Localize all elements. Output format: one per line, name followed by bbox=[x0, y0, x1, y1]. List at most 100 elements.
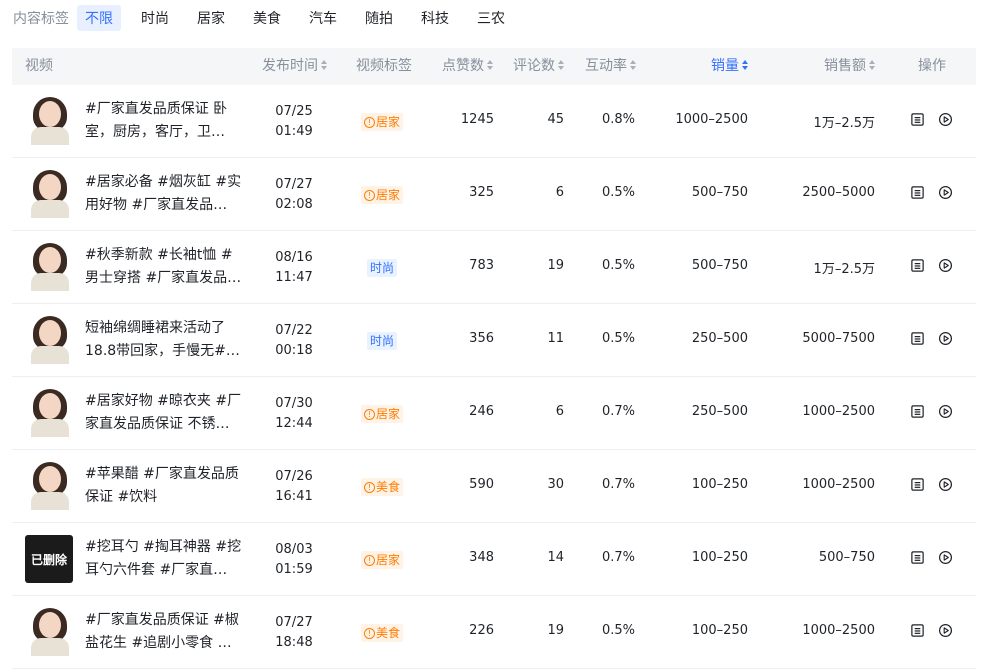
play-circle-icon[interactable] bbox=[938, 404, 953, 419]
video-thumbnail[interactable]: 已删除 bbox=[25, 535, 73, 583]
video-title[interactable]: #挖耳勺 #掏耳神器 #挖耳勺六件套 #厂家直… bbox=[85, 536, 245, 582]
sales-amount: 1000–2500 bbox=[802, 404, 875, 419]
thumb-body bbox=[31, 346, 69, 364]
col-comments[interactable]: 评论数 bbox=[513, 48, 564, 85]
publish-time: 08/03 01:59 bbox=[274, 540, 314, 580]
play-circle-icon[interactable] bbox=[938, 623, 953, 638]
comments-count: 6 bbox=[555, 185, 564, 200]
video-thumbnail[interactable] bbox=[25, 608, 73, 656]
exclamation-circle-icon: ! bbox=[364, 408, 375, 420]
comments-count: 45 bbox=[547, 112, 564, 127]
video-tag: ! 居家 bbox=[361, 113, 404, 131]
video-title[interactable]: #苹果醋 #厂家直发品质保证 #饮料 bbox=[85, 463, 245, 509]
col-publish-time-label: 发布时间 bbox=[262, 58, 318, 74]
list-detail-icon[interactable] bbox=[910, 258, 925, 273]
publish-date: 07/27 bbox=[275, 177, 313, 192]
video-tag: ! 美食 bbox=[361, 624, 404, 642]
col-sales-volume[interactable]: 销量 bbox=[711, 48, 748, 85]
filter-tag-fashion[interactable]: 时尚 bbox=[133, 5, 177, 31]
likes-count: 226 bbox=[469, 623, 494, 638]
video-thumbnail[interactable] bbox=[25, 170, 73, 218]
video-title[interactable]: #居家好物 #晾衣夹 #厂家直发品质保证 不锈… bbox=[85, 390, 245, 436]
publish-time: 07/25 01:49 bbox=[274, 102, 314, 142]
thumb-face bbox=[39, 393, 61, 419]
sales-amount: 2500–5000 bbox=[802, 185, 875, 200]
list-detail-icon[interactable] bbox=[910, 185, 925, 200]
video-title[interactable]: #厂家直发品质保证 卧室，厨房，客厅，卫… bbox=[85, 98, 245, 144]
publish-time: 07/22 00:18 bbox=[274, 321, 314, 361]
col-likes[interactable]: 点赞数 bbox=[442, 48, 493, 85]
video-thumbnail[interactable] bbox=[25, 462, 73, 510]
filter-tag-agriculture[interactable]: 三农 bbox=[469, 5, 513, 31]
list-detail-icon[interactable] bbox=[910, 623, 925, 638]
video-tag-label: 居家 bbox=[376, 115, 401, 129]
play-circle-icon[interactable] bbox=[938, 258, 953, 273]
filter-tag-auto[interactable]: 汽车 bbox=[301, 5, 345, 31]
video-tag: 时尚 bbox=[367, 259, 398, 277]
filter-tag-home[interactable]: 居家 bbox=[189, 5, 233, 31]
list-detail-icon[interactable] bbox=[910, 112, 925, 127]
filter-tag-casual[interactable]: 随拍 bbox=[357, 5, 401, 31]
video-title[interactable]: #厂家直发品质保证 #椒盐花生 #追剧小零食 … bbox=[85, 609, 245, 655]
video-thumbnail[interactable] bbox=[25, 243, 73, 291]
col-engagement[interactable]: 互动率 bbox=[585, 48, 636, 85]
sales-volume: 100–250 bbox=[691, 550, 748, 565]
row-actions bbox=[910, 258, 953, 273]
thumb-body bbox=[31, 273, 69, 291]
video-title[interactable]: #秋季新款 #长袖t恤 #男士穿搭 #厂家直发品… bbox=[85, 244, 245, 290]
col-engagement-label: 互动率 bbox=[585, 58, 627, 74]
filter-tag-food[interactable]: 美食 bbox=[245, 5, 289, 31]
filter-tag-all[interactable]: 不限 bbox=[77, 5, 121, 31]
table-body: #厂家直发品质保证 卧室，厨房，客厅，卫… 07/25 01:49 ! 居家 12… bbox=[12, 85, 976, 669]
comments-count: 14 bbox=[547, 550, 564, 565]
list-detail-icon[interactable] bbox=[910, 550, 925, 565]
play-circle-icon[interactable] bbox=[938, 550, 953, 565]
video-tag-label: 居家 bbox=[376, 188, 401, 202]
video-tag: ! 居家 bbox=[361, 405, 404, 423]
play-circle-icon[interactable] bbox=[938, 185, 953, 200]
video-thumbnail[interactable] bbox=[25, 389, 73, 437]
col-video-tag: 视频标签 bbox=[356, 58, 412, 74]
sales-volume: 1000–2500 bbox=[675, 112, 748, 127]
list-detail-icon[interactable] bbox=[910, 331, 925, 346]
row-actions bbox=[910, 112, 953, 127]
publish-time: 08/16 11:47 bbox=[274, 248, 314, 288]
sales-volume: 500–750 bbox=[691, 258, 748, 273]
video-thumbnail[interactable] bbox=[25, 316, 73, 364]
row-actions bbox=[910, 331, 953, 346]
video-tag-label: 时尚 bbox=[370, 261, 395, 275]
engagement-rate: 0.8% bbox=[601, 112, 635, 127]
col-sales-amount[interactable]: 销售额 bbox=[824, 48, 875, 85]
sort-icon bbox=[487, 60, 493, 70]
col-sales-amount-label: 销售额 bbox=[824, 58, 866, 74]
col-publish-time[interactable]: 发布时间 bbox=[262, 48, 327, 85]
filter-tag-tech[interactable]: 科技 bbox=[413, 5, 457, 31]
thumb-body bbox=[31, 492, 69, 510]
likes-count: 348 bbox=[469, 550, 494, 565]
exclamation-circle-icon: ! bbox=[364, 116, 375, 128]
list-detail-icon[interactable] bbox=[910, 477, 925, 492]
table-row: #居家必备 #烟灰缸 #实用好物 #厂家直发品… 07/27 02:08 ! 居家… bbox=[12, 158, 976, 231]
video-title[interactable]: #居家必备 #烟灰缸 #实用好物 #厂家直发品… bbox=[85, 171, 245, 217]
thumb-face bbox=[39, 466, 61, 492]
play-circle-icon[interactable] bbox=[938, 112, 953, 127]
play-circle-icon[interactable] bbox=[938, 331, 953, 346]
list-detail-icon[interactable] bbox=[910, 404, 925, 419]
sort-icon bbox=[630, 60, 636, 70]
content-tag-filter: 内容标签 不限 时尚 居家 美食 汽车 随拍 科技 三农 bbox=[0, 5, 525, 31]
thumb-face bbox=[39, 247, 61, 273]
table-row: #厂家直发品质保证 #椒盐花生 #追剧小零食 … 07/27 18:48 ! 美食… bbox=[12, 596, 976, 669]
exclamation-circle-icon: ! bbox=[364, 627, 375, 639]
play-circle-icon[interactable] bbox=[938, 477, 953, 492]
sales-amount: 1万–2.5万 bbox=[813, 116, 875, 131]
sales-volume: 100–250 bbox=[691, 477, 748, 492]
publish-clock: 18:48 bbox=[275, 635, 313, 650]
video-thumbnail[interactable] bbox=[25, 97, 73, 145]
col-comments-label: 评论数 bbox=[513, 58, 555, 74]
publish-clock: 12:44 bbox=[275, 416, 313, 431]
video-tag-label: 居家 bbox=[376, 553, 401, 567]
video-title[interactable]: 短袖绵绸睡裙来活动了 18.8带回家，手慢无#… bbox=[85, 317, 245, 363]
likes-count: 246 bbox=[469, 404, 494, 419]
col-actions: 操作 bbox=[918, 58, 946, 74]
sort-icon bbox=[742, 60, 748, 70]
